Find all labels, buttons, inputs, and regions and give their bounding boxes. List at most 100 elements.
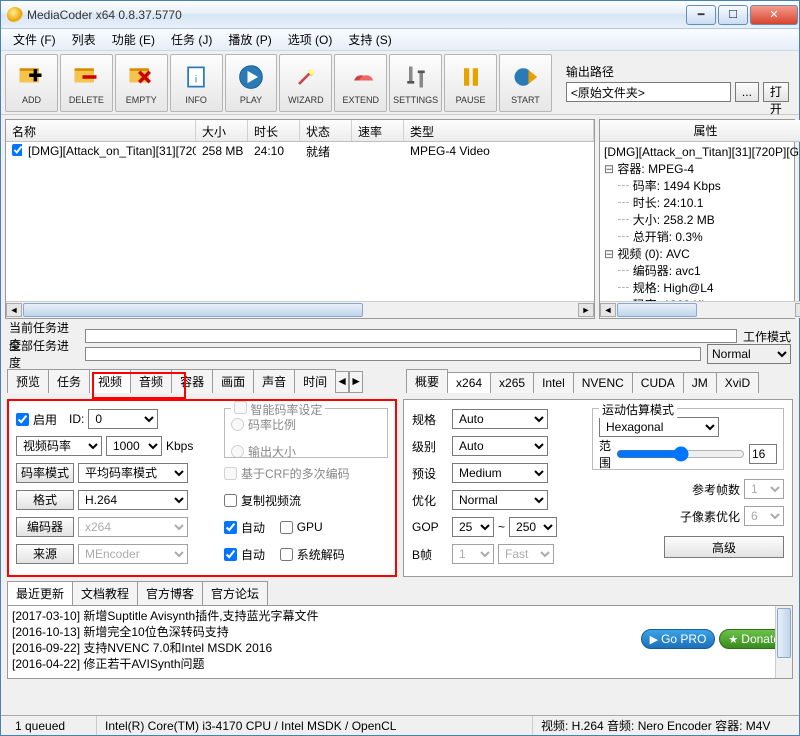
me-range-value[interactable] [749, 444, 777, 464]
ratemode-select[interactable]: 平均码率模式 [78, 463, 188, 483]
menu-help[interactable]: 支持 (S) [340, 29, 399, 50]
menu-list[interactable]: 列表 [64, 29, 104, 50]
col-name[interactable]: 名称 [6, 120, 196, 141]
menu-task[interactable]: 任务 (J) [163, 29, 220, 50]
pause-button[interactable]: PAUSE [444, 54, 497, 112]
level-label: 级别 [412, 438, 448, 455]
add-button[interactable]: ADD [5, 54, 58, 112]
tab-container[interactable]: 容器 [171, 369, 213, 393]
output-path-input[interactable] [566, 82, 731, 102]
output-open-button[interactable]: 打开 [763, 82, 789, 102]
tab-scroll-right[interactable]: ► [349, 371, 363, 393]
maximize-button[interactable]: ☐ [718, 5, 748, 25]
go-pro-button[interactable]: ▶ Go PRO [641, 629, 716, 649]
tab-doc-tutorial[interactable]: 文档教程 [72, 581, 138, 605]
encoder-auto-checkbox[interactable] [224, 521, 237, 534]
workmode-select[interactable]: Normal [707, 344, 791, 364]
spec-select[interactable]: Auto [452, 409, 548, 429]
tab-task[interactable]: 任务 [48, 369, 90, 393]
crf-multipass-checkbox [224, 467, 237, 480]
tab-xvid[interactable]: XviD [716, 372, 759, 393]
tab-time[interactable]: 时间 [294, 369, 336, 393]
encoder-button[interactable]: 编码器 [16, 517, 74, 537]
file-row[interactable]: [DMG][Attack_on_Titan][31][720P... 258 M… [6, 142, 594, 160]
copy-video-checkbox[interactable] [224, 494, 237, 507]
extend-button[interactable]: EXTEND [334, 54, 387, 112]
status-bar: 1 queued Intel(R) Core(TM) i3-4170 CPU /… [1, 715, 799, 735]
play-button[interactable]: PLAY [225, 54, 278, 112]
delete-button[interactable]: DELETE [60, 54, 113, 112]
settings-button[interactable]: SETTINGS [389, 54, 442, 112]
start-button[interactable]: START [499, 54, 552, 112]
menu-function[interactable]: 功能 (E) [104, 29, 163, 50]
property-line: ┄ 时长: 24:10.1 [604, 195, 800, 212]
video-bitrate-mode[interactable]: 视频码率 [16, 436, 102, 456]
menu-file[interactable]: 文件 (F) [5, 29, 64, 50]
tab-video[interactable]: 视频 [89, 369, 131, 393]
status-cpu: Intel(R) Core(TM) i3-4170 CPU / Intel MS… [97, 716, 533, 735]
gpu-checkbox[interactable] [280, 521, 293, 534]
gop-min-select[interactable]: 25 [452, 517, 494, 537]
tune-select[interactable]: Normal [452, 490, 548, 510]
sysdecode-checkbox[interactable] [280, 548, 293, 561]
tab-picture[interactable]: 画面 [212, 369, 254, 393]
output-browse-button[interactable]: ... [735, 82, 759, 102]
video-settings-panel: 启用 ID: 0 视频码率 1000 Kbps 码率模式 平均码率模式 格式 [7, 399, 397, 577]
id-select[interactable]: 0 [88, 409, 158, 429]
enable-label: 启用 [33, 411, 57, 428]
ratemode-button[interactable]: 码率模式 [16, 463, 74, 483]
file-status: 就绪 [300, 142, 352, 161]
preset-select[interactable]: Medium [452, 463, 548, 483]
smart-bitrate-checkbox [234, 401, 247, 414]
subpixel-select: 6 [744, 506, 784, 526]
col-size[interactable]: 大小 [196, 120, 248, 141]
tab-audio[interactable]: 音频 [130, 369, 172, 393]
log-vscroll[interactable] [775, 606, 792, 678]
tab-x264[interactable]: x264 [447, 372, 491, 393]
source-auto-checkbox[interactable] [224, 548, 237, 561]
minimize-button[interactable]: ━ [686, 5, 716, 25]
tab-official-forum[interactable]: 官方论坛 [202, 581, 268, 605]
info-button[interactable]: iINFO [170, 54, 223, 112]
level-select[interactable]: Auto [452, 436, 548, 456]
col-rate[interactable]: 速率 [352, 120, 404, 141]
source-button[interactable]: 来源 [16, 544, 74, 564]
bframe-count-select: 1 [452, 544, 494, 564]
tab-x265[interactable]: x265 [490, 372, 534, 393]
col-duration[interactable]: 时长 [248, 120, 300, 141]
ref-frames-label: 参考帧数 [692, 481, 740, 498]
tab-nvenc[interactable]: NVENC [573, 372, 633, 393]
motion-estimation-select[interactable]: Hexagonal [599, 417, 719, 437]
tab-scroll-left[interactable]: ◄ [335, 371, 349, 393]
empty-button[interactable]: EMPTY [115, 54, 168, 112]
prop-hscroll[interactable]: ◄ ► [600, 301, 800, 318]
tab-intel[interactable]: Intel [533, 372, 574, 393]
menu-options[interactable]: 选项 (O) [280, 29, 341, 50]
output-path-label: 输出路径 [566, 63, 789, 80]
menu-play[interactable]: 播放 (P) [220, 29, 279, 50]
tab-summary[interactable]: 概要 [406, 369, 448, 393]
gop-max-select[interactable]: 250 [509, 517, 557, 537]
menu-bar: 文件 (F) 列表 功能 (E) 任务 (J) 播放 (P) 选项 (O) 支持… [1, 29, 799, 51]
tab-jm[interactable]: JM [683, 372, 717, 393]
wizard-button[interactable]: WIZARD [279, 54, 332, 112]
tab-recent-updates[interactable]: 最近更新 [7, 581, 73, 605]
tab-preview[interactable]: 预览 [7, 369, 49, 393]
close-button[interactable]: ✕ [750, 5, 798, 25]
tab-sound[interactable]: 声音 [253, 369, 295, 393]
col-status[interactable]: 状态 [300, 120, 352, 141]
tab-cuda[interactable]: CUDA [632, 372, 684, 393]
format-select[interactable]: H.264 [78, 490, 188, 510]
format-button[interactable]: 格式 [16, 490, 74, 510]
advanced-button[interactable]: 高级 [664, 536, 784, 558]
property-line: ⊟ 容器: MPEG-4 [604, 161, 800, 178]
tab-official-blog[interactable]: 官方博客 [137, 581, 203, 605]
bitrate-ratio-radio [231, 418, 244, 431]
encoder-select: x264 [78, 517, 188, 537]
file-row-checkbox[interactable] [12, 144, 22, 156]
file-list-hscroll[interactable]: ◄ ► [6, 301, 594, 318]
me-range-slider[interactable] [616, 446, 745, 462]
video-bitrate-value[interactable]: 1000 [106, 436, 162, 456]
enable-checkbox[interactable] [16, 413, 29, 426]
col-type[interactable]: 类型 [404, 120, 594, 141]
